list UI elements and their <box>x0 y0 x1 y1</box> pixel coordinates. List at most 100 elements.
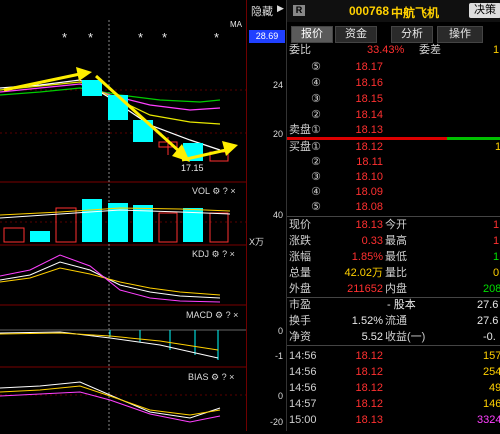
stat-value: 1.85% <box>351 251 383 263</box>
kline-chart-panel[interactable]: * * * * * MA 17.15 VOL ⚙ ? × KDJ ⚙ ? × M… <box>0 0 246 431</box>
sell-level: ③ 18.15 <box>287 93 500 106</box>
buy-price: 18.12 <box>355 141 383 153</box>
help-icon[interactable]: ? <box>222 372 227 382</box>
divider <box>287 216 500 217</box>
current-price-highlight: 28.69 <box>249 30 285 43</box>
hide-button[interactable]: 隐藏 <box>251 3 273 19</box>
buy-price: 18.11 <box>356 156 383 168</box>
stat-value: 5.52 <box>361 331 383 343</box>
trade-volume: 146 <box>483 398 500 410</box>
tab-operate[interactable]: 操作 <box>437 26 483 43</box>
level-index: ③ <box>311 171 321 183</box>
low-price-label: 17.15 <box>181 163 204 173</box>
trade-volume: 254 <box>483 366 500 378</box>
stat-label: 内盘 <box>385 283 407 295</box>
trade-price: 18.12 <box>355 398 383 410</box>
collapse-icon[interactable]: ▶ <box>277 3 284 14</box>
gear-icon[interactable]: ⚙ <box>211 372 219 382</box>
arrow-head <box>76 67 92 81</box>
tab-quote[interactable]: 报价 <box>291 26 333 43</box>
stat-value: 211652 <box>347 283 383 295</box>
stat-value: 27.6 <box>477 299 499 311</box>
gear-icon[interactable]: ⚙ <box>212 186 220 196</box>
bias-lines <box>0 381 221 423</box>
sell-price: 18.16 <box>355 77 383 89</box>
buy-price: 18.10 <box>355 171 383 183</box>
trade-time: 14:56 <box>289 382 317 394</box>
stat-value: 208 <box>483 283 500 295</box>
stat-row: 现价 18.13 今开 1 <box>287 219 500 232</box>
close-icon[interactable]: × <box>230 249 235 259</box>
stat-value: 0.33 <box>361 235 383 247</box>
stat-row: 市盈 - 股本 27.6 <box>287 299 500 312</box>
stat-row: 换手 1.52% 流通 27.6 <box>287 315 500 328</box>
signal-star: * <box>214 30 220 45</box>
trade-volume: 49 <box>489 382 500 394</box>
trade-row: 14:57 18.12 146 <box>287 398 500 411</box>
level-index: ④ <box>311 186 321 198</box>
stat-label: 外盘 <box>289 283 311 295</box>
close-icon[interactable]: × <box>233 310 238 320</box>
bias-tick: -20 <box>269 417 283 427</box>
trade-price: 18.12 <box>355 366 383 378</box>
trade-time: 14:56 <box>289 366 317 378</box>
divider <box>287 297 500 298</box>
level-index: ① <box>311 124 321 136</box>
stat-label: 流通 <box>385 315 407 327</box>
stat-value: 42.02万 <box>344 267 383 279</box>
close-icon[interactable]: × <box>230 186 235 196</box>
bias-header: BIAS ⚙ ? × <box>188 372 234 383</box>
stat-row: 总量 42.02万 量比 0 <box>287 267 500 280</box>
tab-funds[interactable]: 资金 <box>335 26 377 43</box>
divider <box>287 345 500 346</box>
trade-row: 14:56 18.12 49 <box>287 382 500 395</box>
sell-price: 18.13 <box>355 124 383 136</box>
help-icon[interactable]: ? <box>223 186 228 196</box>
kdj-header: KDJ ⚙ ? × <box>192 249 235 260</box>
stat-row: 涨跌 0.33 最高 1 <box>287 235 500 248</box>
indicator-name: MACD <box>186 310 213 320</box>
stat-value: 27.6 <box>477 315 499 327</box>
help-icon[interactable]: ? <box>222 249 227 259</box>
level-index: ⑤ <box>311 201 321 213</box>
stat-label: 涨幅 <box>289 251 311 263</box>
indicator-name: VOL <box>192 186 210 196</box>
buy-level: 买盘 ① 18.12 1 <box>287 141 500 154</box>
buy-label: 买盘 <box>289 141 311 153</box>
signal-star: * <box>62 30 68 45</box>
candle <box>108 95 128 120</box>
quote-header: R 000768 中航飞机 决策 <box>287 0 500 22</box>
stock-name: 中航飞机 <box>391 6 440 20</box>
stat-label: 总量 <box>289 267 311 279</box>
vol-bar <box>3 227 25 243</box>
tab-analysis[interactable]: 分析 <box>391 26 433 43</box>
indicator-name: KDJ <box>192 249 210 259</box>
sell-level: ⑤ 18.17 <box>287 61 500 74</box>
sell-price: 18.17 <box>355 61 383 73</box>
sell-level: 卖盘 ① 18.13 <box>287 124 500 137</box>
quote-panel: R 000768 中航飞机 决策 报价 资金 分析 操作 委比 33.43% 委… <box>286 0 500 431</box>
buy-level: ② 18.11 <box>287 156 500 169</box>
gear-icon[interactable]: ⚙ <box>215 310 223 320</box>
help-icon[interactable]: ? <box>226 310 231 320</box>
signal-star: * <box>162 30 168 45</box>
sell-level: ② 18.14 <box>287 109 500 122</box>
signal-star: * <box>88 30 94 45</box>
gear-icon[interactable]: ⚙ <box>212 249 220 259</box>
level-index: ⑤ <box>311 61 321 73</box>
stat-label: 收益(一) <box>385 331 426 343</box>
vol-bar <box>82 199 102 242</box>
signal-star: * <box>138 30 144 45</box>
close-icon[interactable]: × <box>229 372 234 382</box>
stat-row: 外盘 211652 内盘 208 <box>287 283 500 296</box>
trade-volume: 3324 <box>477 414 500 426</box>
indicator-name: BIAS <box>188 372 209 382</box>
price-tick: 24 <box>272 80 283 90</box>
decision-button[interactable]: 决策 <box>469 3 500 18</box>
vol-bar <box>209 212 229 243</box>
ratio-label: 委比 <box>289 44 311 56</box>
vol-tick: 40 <box>272 210 283 220</box>
stat-value: 1.52% <box>351 315 383 327</box>
diff-label: 委差 <box>419 44 441 56</box>
stat-label: 换手 <box>289 315 311 327</box>
